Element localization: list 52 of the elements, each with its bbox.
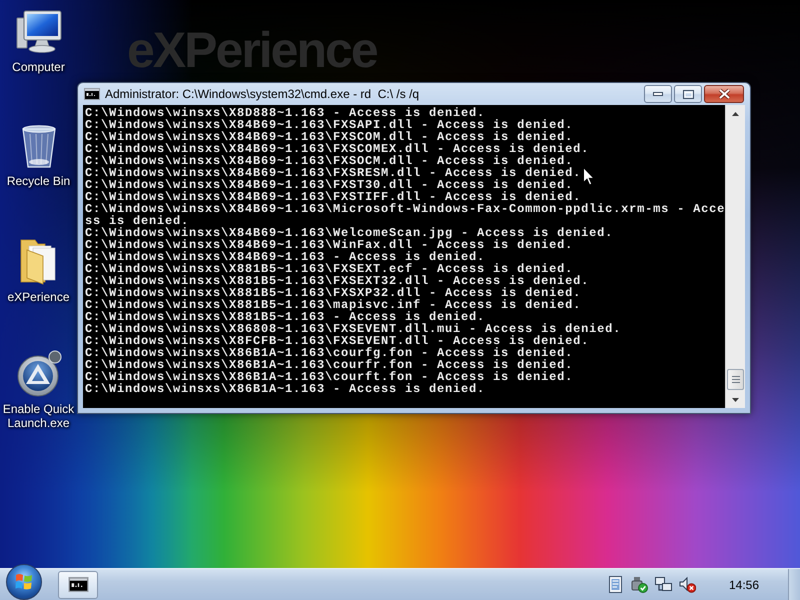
minimize-button[interactable] — [644, 85, 672, 103]
console-line: ss is denied. — [85, 215, 190, 227]
console-icon — [68, 577, 88, 592]
console-line: C:\Windows\winsxs\X84B69~1.163 - Access is denied. — [85, 251, 486, 263]
maximize-button[interactable] — [674, 85, 702, 103]
app-icon[interactable] — [14, 350, 62, 398]
console-line: C:\Windows\winsxs\X84B69~1.163\FXST30.dll - Access is denied. — [85, 179, 574, 191]
console-line: C:\Windows\winsxs\X881B5~1.163 - Access is denied. — [85, 311, 486, 323]
scrollbar-thumb[interactable] — [727, 369, 744, 390]
down-arrow-icon — [732, 398, 739, 402]
maximize-icon — [682, 90, 694, 98]
speaker-muted-icon[interactable] — [678, 576, 696, 593]
grip-icon — [732, 376, 740, 383]
console-line: C:\Windows\winsxs\X86B1A~1.163\courfr.fon - Access is denied. — [85, 359, 574, 371]
console-line: C:\Windows\winsxs\X8FCFB~1.163\FXSEVENT.dll - Access is denied. — [85, 335, 590, 347]
taskbar-button[interactable] — [58, 570, 98, 598]
flag-logo-icon — [15, 573, 33, 590]
console-line: C:\Windows\winsxs\X84B69~1.163\FXSCOM.dll - Access is denied. — [85, 131, 574, 143]
console-icon — [84, 88, 100, 100]
console-line: C:\Windows\winsxs\X84B69~1.163\FXSAPI.dll - Access is denied. — [85, 119, 574, 131]
console-line: C:\Windows\winsxs\X881B5~1.163\mapisvc.inf - Access is denied. — [85, 299, 582, 311]
clock[interactable]: 14:56 — [728, 578, 759, 592]
computer-icon[interactable] — [14, 8, 62, 56]
console-line: C:\Windows\winsxs\X86B1A~1.163\courfg.fon - Access is denied. — [85, 347, 574, 359]
close-button[interactable] — [704, 85, 744, 103]
mouse-pointer-icon — [583, 167, 595, 186]
icon-label[interactable]: eXPerience — [0, 290, 77, 304]
network-icon[interactable] — [654, 576, 672, 593]
console-line: C:\Windows\winsxs\X84B69~1.163\FXSTIFF.dll - Access is denied. — [85, 191, 582, 203]
document-icon[interactable] — [606, 576, 624, 593]
icon-label[interactable]: Recycle Bin — [0, 174, 77, 188]
console-line: C:\Windows\winsxs\X881B5~1.163\FXSEXT32.dll - Access is denied. — [85, 275, 590, 287]
console-line: C:\Windows\winsxs\X86B1A~1.163\courft.fon - Access is denied. — [85, 371, 574, 383]
console-line: C:\Windows\winsxs\X84B69~1.163\FXSRESM.dll - Access is denied. — [85, 167, 582, 179]
console-line: C:\Windows\winsxs\X84B69~1.163\FXSCOMEX.dll - Access is denied. — [85, 143, 590, 155]
console-line: C:\Windows\winsxs\X881B5~1.163\FXSEXT.ecf - Access is denied. — [85, 263, 574, 275]
console-line: C:\Windows\winsxs\X86808~1.163\FXSEVENT.dll.mui - Access is denied. — [85, 323, 622, 335]
icon-label[interactable]: Computer — [0, 60, 77, 74]
console-line: C:\Windows\winsxs\X881B5~1.163\FXSXP32.dll - Access is denied. — [85, 287, 582, 299]
console-line: C:\Windows\winsxs\X84B69~1.163\FXSOCM.dll - Access is denied. — [85, 155, 574, 167]
console-line: C:\Windows\winsxs\X86B1A~1.163 - Access is denied. — [85, 383, 486, 395]
minimize-icon — [653, 92, 663, 96]
start-button[interactable] — [6, 564, 42, 600]
console-line: C:\Windows\winsxs\X84B69~1.163\Microsoft-Windows-Fax-Common-ppdlic.xrm-ms - Acce — [85, 203, 725, 215]
icon-label[interactable]: Enable Quick Launch.exe — [0, 402, 77, 430]
console-line: C:\Windows\winsxs\X84B69~1.163\WinFax.dll - Access is denied. — [85, 239, 574, 251]
device-check-icon[interactable] — [630, 576, 648, 593]
window-title: Administrator: C:\Windows\system32\cmd.exe - rd C:\ /s /q — [105, 87, 420, 101]
console-line: C:\Windows\winsxs\X8D888~1.163 - Access is denied. — [85, 107, 486, 119]
up-arrow-icon — [732, 112, 739, 116]
close-icon — [718, 89, 730, 99]
console-line: C:\Windows\winsxs\X84B69~1.163\WelcomeScan.jpg - Access is denied. — [85, 227, 614, 239]
